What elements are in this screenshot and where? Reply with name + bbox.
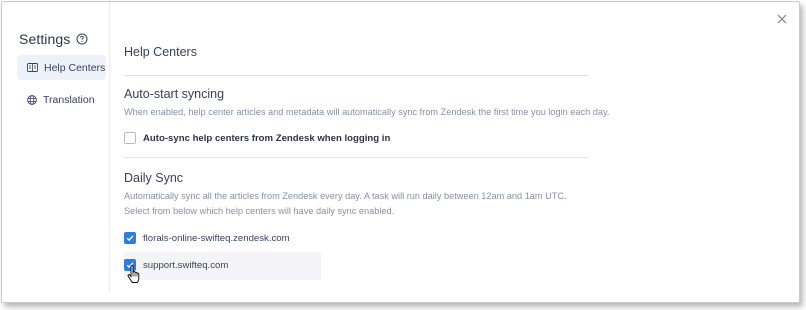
sidebar-item-label: Help Centers [44, 61, 106, 74]
globe-icon [27, 94, 37, 105]
divider [124, 75, 589, 76]
settings-dialog: Settings Help Centers Translation Help C… [1, 1, 800, 303]
page-title: Help Centers [124, 45, 197, 59]
autostart-checkbox-row[interactable]: Auto-sync help centers from Zendesk when… [124, 132, 390, 144]
book-icon [27, 63, 38, 72]
help-center-row[interactable]: florals-online-swifteq.zendesk.com [124, 232, 290, 244]
help-center-label: florals-online-swifteq.zendesk.com [143, 232, 290, 244]
settings-title-text: Settings [19, 31, 71, 47]
daily-sync-description-line1: Automatically sync all the articles from… [124, 191, 567, 201]
sidebar-item-translation[interactable]: Translation [17, 87, 106, 112]
autostart-checkbox[interactable] [124, 132, 136, 144]
daily-sync-description-line2: Select from below which help centers wil… [124, 206, 395, 216]
checkmark-icon [126, 235, 134, 242]
hand-pointer-icon [127, 265, 140, 283]
sidebar-item-label: Translation [43, 93, 95, 106]
sidebar-item-help-centers[interactable]: Help Centers [17, 55, 106, 80]
settings-title: Settings [19, 31, 88, 47]
divider [124, 157, 589, 158]
main-content: Help Centers Auto-start syncing When ena… [124, 2, 799, 302]
autostart-checkbox-label: Auto-sync help centers from Zendesk when… [143, 132, 391, 144]
help-center-checkbox[interactable] [124, 232, 136, 244]
autostart-heading: Auto-start syncing [124, 87, 225, 101]
daily-sync-heading: Daily Sync [124, 171, 184, 185]
help-circle-icon[interactable] [76, 33, 88, 45]
settings-sidebar: Settings Help Centers Translation [2, 2, 110, 292]
autostart-description: When enabled, help center articles and m… [124, 107, 610, 117]
help-center-label: support.swifteq.com [143, 259, 229, 271]
daily-sync-description: Automatically sync all the articles from… [124, 189, 567, 219]
